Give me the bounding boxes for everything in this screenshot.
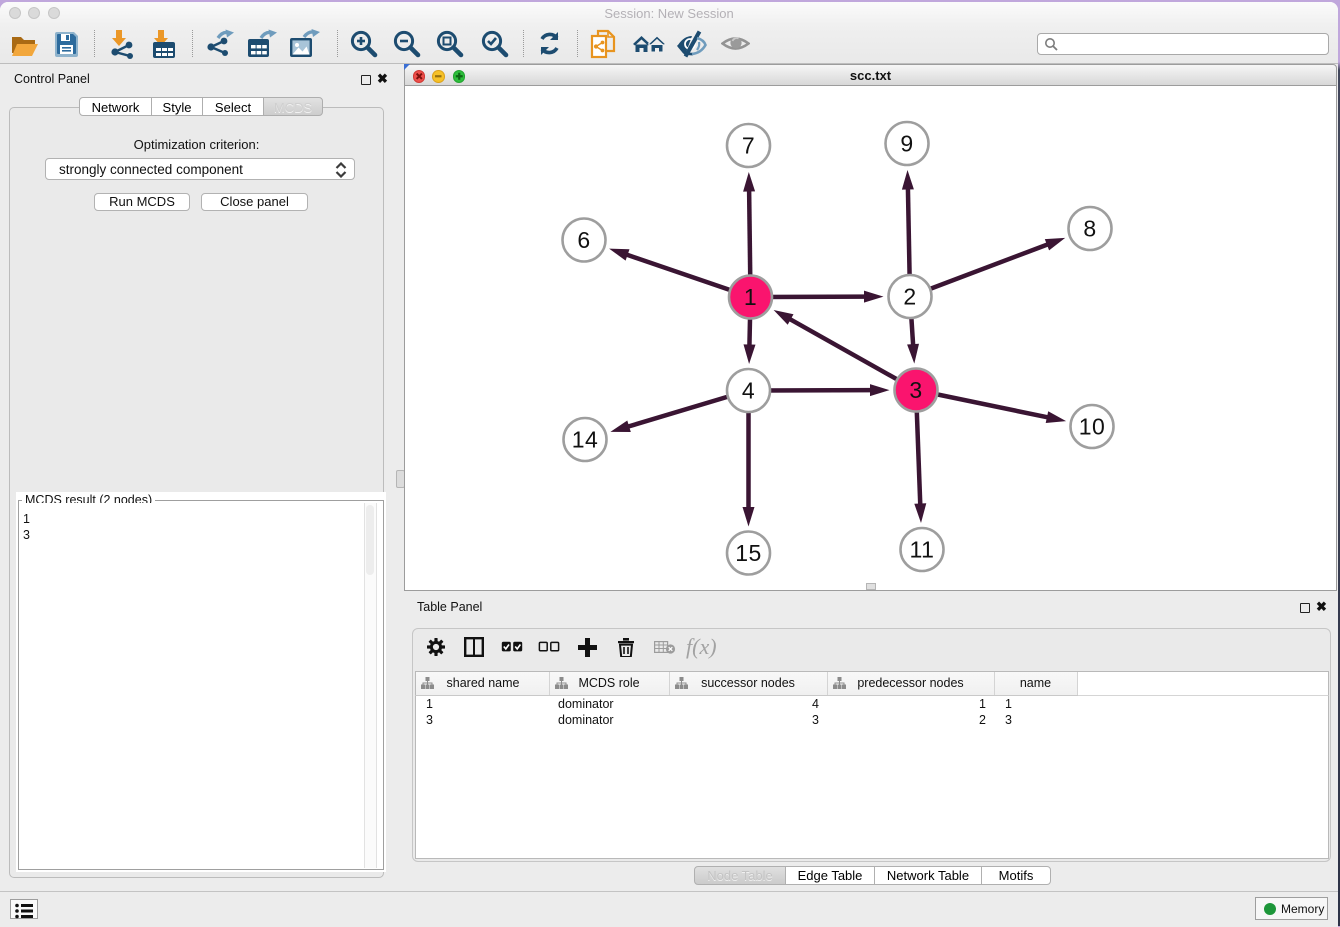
svg-text:8: 8 [1083,216,1096,242]
svg-text:15: 15 [735,540,762,566]
svg-text:2: 2 [903,284,916,310]
svg-text:7: 7 [742,133,755,159]
svg-text:3: 3 [909,377,922,403]
svg-text:11: 11 [910,537,935,563]
svg-text:6: 6 [577,227,590,253]
svg-text:10: 10 [1079,414,1106,440]
svg-text:4: 4 [742,378,755,404]
svg-text:1: 1 [744,284,757,310]
svg-text:9: 9 [900,131,913,157]
svg-text:14: 14 [572,427,599,453]
